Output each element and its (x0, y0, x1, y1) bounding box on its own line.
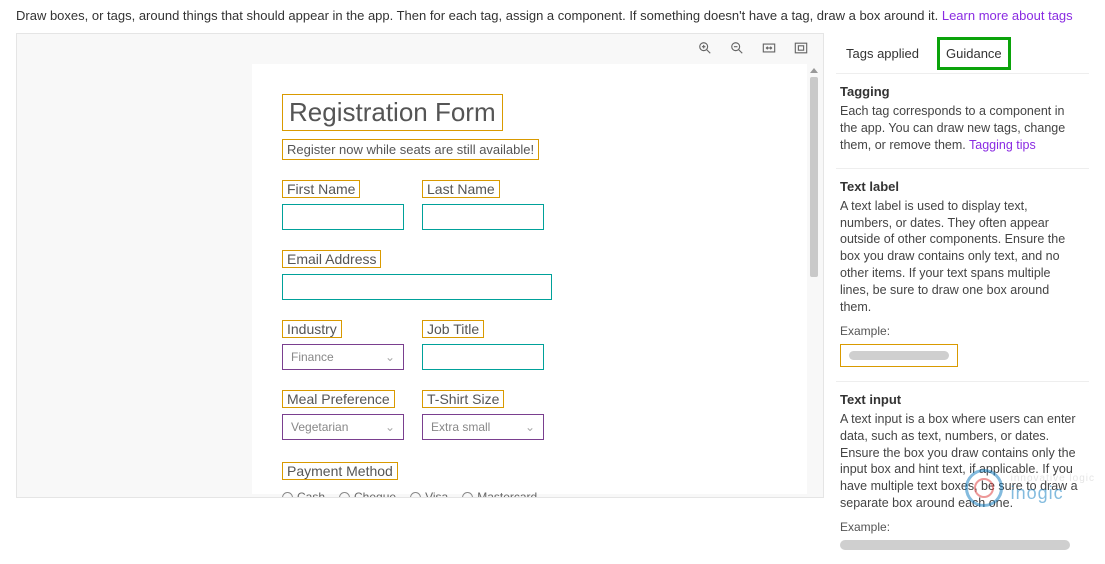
canvas-area: Registration Form Register now while sea… (16, 33, 824, 498)
select-tshirt[interactable]: Extra small ⌄ (422, 414, 544, 440)
input-email[interactable] (282, 274, 552, 300)
canvas-toolbar (17, 34, 823, 64)
label-payment[interactable]: Payment Method (282, 462, 398, 480)
panel-tagging-title: Tagging (840, 84, 1081, 99)
panel-text-input: Text input A text input is a box where u… (836, 381, 1089, 564)
example-label-2: Example: (840, 520, 1081, 534)
select-tshirt-value: Extra small (431, 420, 490, 434)
tagging-tips-link[interactable]: Tagging tips (969, 138, 1036, 152)
scroll-up-icon (810, 68, 818, 73)
label-tshirt[interactable]: T-Shirt Size (422, 390, 504, 408)
form-sheet: Registration Form Register now while sea… (252, 64, 807, 494)
example-text-label-box (840, 344, 958, 367)
radio-visa[interactable]: Visa (410, 490, 448, 497)
instruction-bar: Draw boxes, or tags, around things that … (0, 0, 1105, 33)
panel-text-input-title: Text input (840, 392, 1081, 407)
guidance-sidebar: Tags applied Guidance Tagging Each tag c… (824, 33, 1089, 498)
input-job-title[interactable] (422, 344, 544, 370)
tab-guidance[interactable]: Guidance (937, 37, 1011, 70)
radio-cash[interactable]: Cash (282, 490, 325, 497)
label-meal[interactable]: Meal Preference (282, 390, 395, 408)
payment-options: Cash Cheque Visa Mastercard (282, 490, 537, 497)
input-first-name[interactable] (282, 204, 404, 230)
example-text-input-box (840, 540, 1070, 550)
label-last-name[interactable]: Last Name (422, 180, 500, 198)
panel-text-label-title: Text label (840, 179, 1081, 194)
panel-text-label-body: A text label is used to display text, nu… (840, 198, 1081, 316)
select-meal[interactable]: Vegetarian ⌄ (282, 414, 404, 440)
radio-cheque[interactable]: Cheque (339, 490, 396, 497)
radio-icon (410, 492, 421, 498)
placeholder-bar (849, 351, 949, 360)
chevron-down-icon: ⌄ (385, 420, 395, 434)
select-meal-value: Vegetarian (291, 420, 348, 434)
panel-text-input-body: A text input is a box where users can en… (840, 411, 1081, 512)
radio-mastercard[interactable]: Mastercard (462, 490, 537, 497)
label-job-title[interactable]: Job Title (422, 320, 484, 338)
zoom-out-icon[interactable] (729, 40, 745, 56)
panel-text-label: Text label A text label is used to displ… (836, 168, 1089, 381)
chevron-down-icon: ⌄ (525, 420, 535, 434)
radio-icon (339, 492, 350, 498)
instruction-text: Draw boxes, or tags, around things that … (16, 8, 938, 23)
scroll-thumb[interactable] (810, 77, 818, 277)
sidebar-tabs: Tags applied Guidance (836, 33, 1089, 73)
input-last-name[interactable] (422, 204, 544, 230)
select-industry[interactable]: Finance ⌄ (282, 344, 404, 370)
radio-icon (282, 492, 293, 498)
vertical-scrollbar[interactable] (807, 64, 821, 497)
example-label-1: Example: (840, 324, 1081, 338)
tab-tags-applied[interactable]: Tags applied (840, 40, 925, 67)
radio-icon (462, 492, 473, 498)
zoom-in-icon[interactable] (697, 40, 713, 56)
fit-screen-icon[interactable] (793, 40, 809, 56)
learn-more-link[interactable]: Learn more about tags (942, 8, 1073, 23)
chevron-down-icon: ⌄ (385, 350, 395, 364)
panel-tagging-body: Each tag corresponds to a component in t… (840, 103, 1081, 154)
label-industry[interactable]: Industry (282, 320, 342, 338)
panel-tagging: Tagging Each tag corresponds to a compon… (836, 73, 1089, 168)
select-industry-value: Finance (291, 350, 334, 364)
label-first-name[interactable]: First Name (282, 180, 360, 198)
form-subtitle[interactable]: Register now while seats are still avail… (282, 139, 539, 160)
label-email[interactable]: Email Address (282, 250, 381, 268)
fit-width-icon[interactable] (761, 40, 777, 56)
form-title[interactable]: Registration Form (282, 94, 503, 131)
